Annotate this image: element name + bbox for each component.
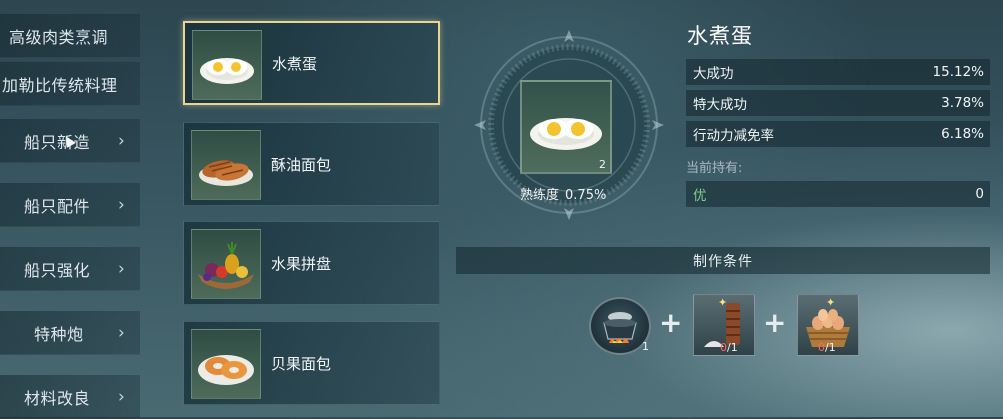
requirements-header: 制作条件 (456, 247, 990, 274)
recipe-item[interactable]: 水煮蛋 (183, 21, 440, 105)
item-title: 水煮蛋 (687, 24, 753, 48)
recipe-name: 酥油面包 (271, 155, 332, 174)
boiled-egg-icon (530, 118, 602, 150)
chevron-right-icon: › (118, 322, 126, 343)
category-item[interactable]: 船只配件 › (0, 183, 140, 227)
cooking-pot-icon (603, 312, 637, 343)
chevron-right-icon: › (118, 194, 126, 215)
grade-label: 优 (693, 188, 707, 204)
boiled-egg-icon (192, 30, 262, 100)
category-item[interactable]: 加勒比传统料理 (0, 62, 140, 106)
plus-icon: + (659, 306, 683, 339)
stat-label: 大成功 (693, 66, 734, 82)
proficiency-label: 熟练度 (520, 188, 560, 203)
butter-bread-icon (191, 130, 261, 200)
recipe-name: 水煮蛋 (272, 54, 318, 73)
category-item[interactable]: 高级肉类烹调 (0, 14, 140, 58)
recipe-item[interactable]: 酥油面包 (183, 122, 440, 206)
plus-icon: + (763, 306, 787, 339)
category-item[interactable]: 材料改良 › (0, 375, 140, 419)
recipe-item[interactable]: 水果拼盘 (183, 221, 440, 305)
proficiency: 熟练度 0.75% (520, 184, 616, 203)
stat-label: 行动力减免率 (693, 128, 774, 144)
recipe-name: 水果拼盘 (271, 254, 332, 273)
proficiency-value: 0.75% (565, 188, 607, 203)
category-label: 加勒比传统料理 (2, 75, 118, 95)
held-row: 优 0 (686, 181, 990, 207)
chevron-right-icon: › (118, 130, 126, 151)
sparkle-icon: ✦ (718, 296, 728, 309)
category-label: 船只新造 (24, 132, 91, 152)
stat-row: 行动力减免率 6.18% (686, 121, 990, 147)
selected-item-icon: 2 (520, 80, 612, 174)
stat-value: 6.18% (941, 126, 984, 142)
material-slot[interactable]: ✦ 0/1 (693, 294, 755, 356)
stat-row: 特大成功 3.78% (686, 90, 990, 116)
category-label: 船只强化 (24, 260, 91, 280)
recipe-name: 贝果面包 (271, 354, 332, 373)
stat-value: 3.78% (941, 95, 984, 111)
chevron-right-icon: › (118, 258, 126, 279)
category-label: 船只配件 (24, 196, 91, 216)
fruit-platter-icon (191, 229, 261, 299)
stat-label: 特大成功 (693, 97, 747, 113)
stat-row: 大成功 15.12% (686, 59, 990, 85)
chevron-right-icon: › (118, 386, 126, 407)
material-slot[interactable]: 1 (589, 297, 651, 355)
material-qty: 1 (642, 340, 649, 353)
bagel-icon (191, 329, 261, 399)
category-label: 特种炮 (34, 324, 84, 344)
material-qty: 0/1 (720, 341, 738, 354)
held-label: 当前持有: (686, 161, 743, 176)
category-item[interactable]: 特种炮 › (0, 311, 140, 355)
item-count: 2 (599, 158, 606, 171)
material-qty: 0/1 (818, 341, 836, 354)
material-slot[interactable]: ✦ 0/1 (797, 294, 859, 356)
held-value: 0 (975, 186, 984, 202)
category-item[interactable]: 船只强化 › (0, 247, 140, 291)
category-label: 高级肉类烹调 (9, 27, 109, 47)
recipe-item[interactable]: 贝果面包 (183, 321, 440, 405)
stat-value: 15.12% (932, 64, 984, 80)
sparkle-icon: ✦ (826, 296, 836, 309)
category-label: 材料改良 (24, 388, 91, 408)
